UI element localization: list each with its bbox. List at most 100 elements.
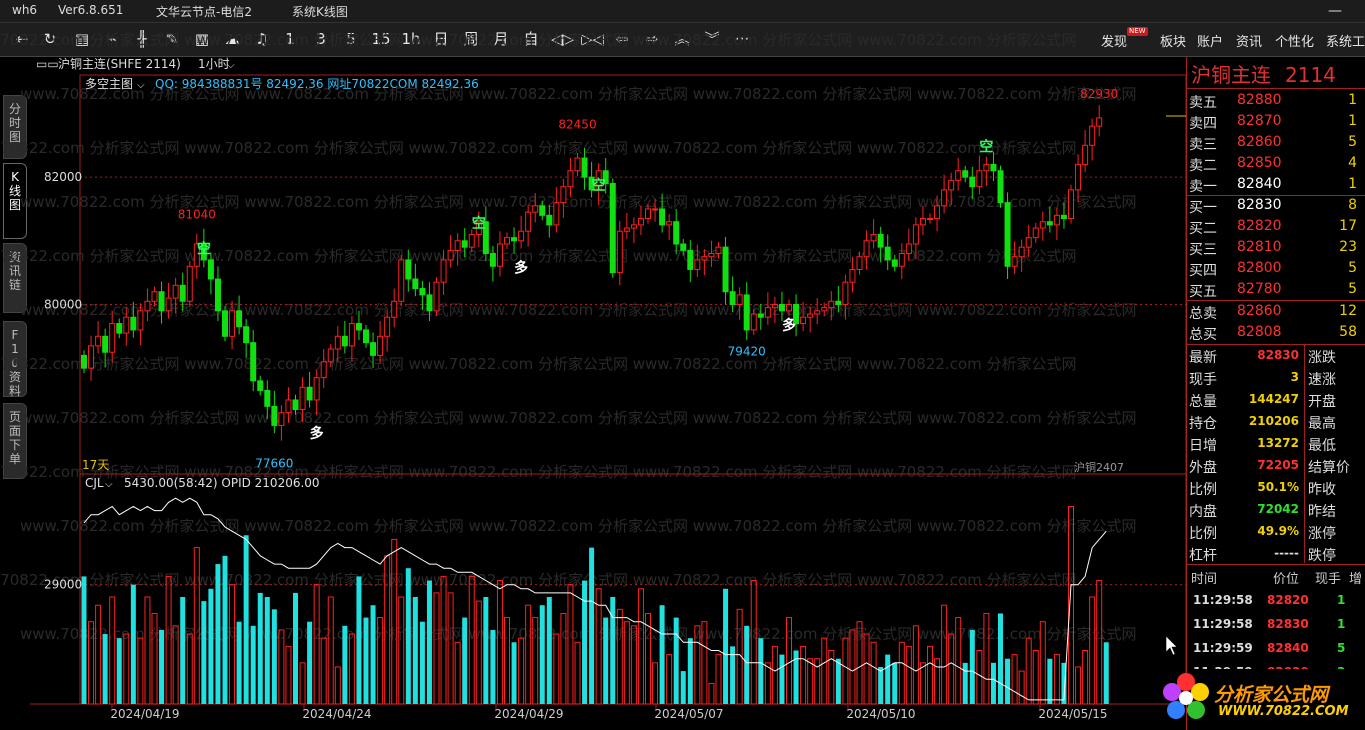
volume-bar: [1089, 596, 1096, 705]
contract-selector[interactable]: ▭▭: [36, 57, 59, 71]
candle-body: [553, 202, 560, 226]
volume-bar: [419, 621, 425, 704]
signal-label: 多: [514, 260, 528, 277]
volume-bar: [637, 588, 644, 705]
orderbook-row[interactable]: 买五 82780 5: [1187, 279, 1365, 300]
watermark-text: www.70822.com 分析家公式网 www.70822.com 分析家公式…: [0, 247, 1077, 265]
stat-label: 比例: [1189, 526, 1217, 542]
candle-body: [109, 323, 116, 353]
candle-body: [1082, 144, 1089, 165]
volume-bar: [680, 671, 686, 704]
volume-bar: [116, 638, 122, 704]
candle-body: [172, 284, 179, 299]
orderbook-row[interactable]: 卖三 82860 5: [1187, 132, 1365, 153]
volume-tick-label: 29000: [44, 578, 82, 592]
volume-bar: [574, 641, 581, 705]
candle-body: [786, 303, 792, 312]
stat-label-right: 涨停: [1308, 526, 1336, 542]
date-tick-label: 2024/05/15: [1038, 707, 1107, 721]
orderbook-row[interactable]: 买四 82800 5: [1187, 258, 1365, 279]
volume-layer: [81, 505, 1109, 705]
candle-body: [927, 218, 933, 221]
orderbook-price: 82860: [1237, 134, 1282, 150]
orderbook-label: 总卖: [1189, 306, 1217, 322]
menu-news[interactable]: 资讯: [1236, 31, 1262, 50]
volume-bar: [616, 608, 623, 705]
volume-bar: [137, 637, 144, 705]
date-axis: 2024/04/19 2024/04/24 2024/04/29 2024/05/07…: [110, 704, 1108, 721]
volume-bar: [342, 625, 348, 704]
quote-title: 沪铜主连 2114: [1191, 59, 1336, 88]
orderbook-price: 82810: [1237, 239, 1282, 255]
watermark-text: www.70822.com 分析家公式网 www.70822.com 分析家公式…: [20, 409, 1137, 427]
orderbook-label: 卖一: [1189, 179, 1217, 195]
volume-bar: [186, 633, 193, 705]
menu-system[interactable]: 系统工: [1326, 31, 1365, 50]
candle-body: [778, 303, 785, 312]
candle-body: [285, 399, 292, 414]
date-tick-label: 2024/05/07: [654, 707, 723, 721]
period-dropdown-icon[interactable]: ⌵: [227, 60, 235, 71]
volume-bar: [708, 682, 715, 705]
volume-bar: [518, 637, 525, 705]
orderbook-row[interactable]: 卖一 82840 1: [1187, 174, 1365, 195]
candle-body: [842, 281, 849, 305]
orderbook-label: 卖四: [1189, 116, 1217, 132]
candle-body: [264, 389, 271, 407]
logo-url: WWW.70822.COM: [1218, 704, 1349, 719]
candle-body: [102, 335, 109, 353]
volume-bar: [539, 605, 545, 704]
minimize-icon[interactable]: —: [1328, 3, 1342, 19]
candle-body: [623, 227, 630, 232]
candle-body: [1032, 227, 1039, 239]
menu-account[interactable]: 账户: [1197, 31, 1223, 50]
candle-body: [363, 329, 369, 344]
candle-body: [271, 405, 278, 426]
volume-bar: [222, 555, 228, 704]
volume-bar: [1018, 670, 1025, 705]
volume-bar: [595, 588, 602, 705]
contract-name[interactable]: 沪铜主连(SHFE 2114): [58, 56, 181, 71]
stat-value: 3: [1290, 370, 1299, 384]
period-selector[interactable]: 1小时: [198, 57, 230, 71]
stat-row: 外盘 72205 结算价: [1187, 455, 1365, 477]
orderbook-row[interactable]: 买二 82820 17: [1187, 216, 1365, 237]
volume-bar: [320, 637, 327, 705]
indicator-dropdown-icon[interactable]: ⌵: [137, 80, 145, 91]
volume-bar: [201, 601, 207, 704]
chart-area[interactable]: www.70822.com 分析家公式网 www.70822.com 分析家公式…: [0, 0, 1186, 730]
volume-bar: [229, 584, 236, 705]
candle-body: [384, 316, 391, 337]
orderbook-row[interactable]: 卖二 82850 4: [1187, 153, 1365, 174]
volume-bar: [998, 613, 1003, 704]
candle-body: [419, 288, 426, 296]
indicator-selector[interactable]: 多空主图: [85, 77, 133, 91]
volume-bar: [215, 564, 221, 704]
contract-tag: 沪铜2407: [1074, 460, 1124, 474]
watermark-text: www.70822.com 分析家公式网 www.70822.com 分析家公式…: [20, 517, 1137, 535]
candle-body: [341, 335, 348, 347]
menu-personalize[interactable]: 个性化: [1275, 31, 1314, 50]
candle-body: [398, 259, 405, 302]
candle-body: [518, 230, 525, 242]
orderbook-row[interactable]: 卖五 82880 1: [1187, 90, 1365, 111]
orderbook-row[interactable]: 卖四 82870 1: [1187, 111, 1365, 132]
volume-bar: [250, 625, 256, 704]
tick-qty: 1: [1337, 593, 1346, 607]
vol-indicator-name[interactable]: CJL: [85, 476, 104, 490]
orderbook-row[interactable]: 总买 82808 58: [1187, 322, 1365, 343]
orderbook-row[interactable]: 总卖 82860 12: [1187, 301, 1365, 322]
candle-body: [962, 170, 969, 178]
quote-separator: [1187, 88, 1365, 89]
vol-dropdown-icon[interactable]: ⌵: [105, 479, 113, 490]
volume-bar: [842, 637, 849, 705]
candle-body: [327, 348, 334, 363]
candle-body: [348, 323, 355, 347]
candle-body: [257, 380, 264, 391]
orderbook-volume: 17: [1339, 218, 1357, 234]
candle-body: [694, 259, 701, 270]
orderbook-row[interactable]: 买三 82810 23: [1187, 237, 1365, 258]
extreme-price-label: 81040: [178, 207, 216, 221]
orderbook-label: 总买: [1189, 327, 1217, 343]
orderbook-row[interactable]: 买一 82830 8: [1187, 195, 1365, 216]
